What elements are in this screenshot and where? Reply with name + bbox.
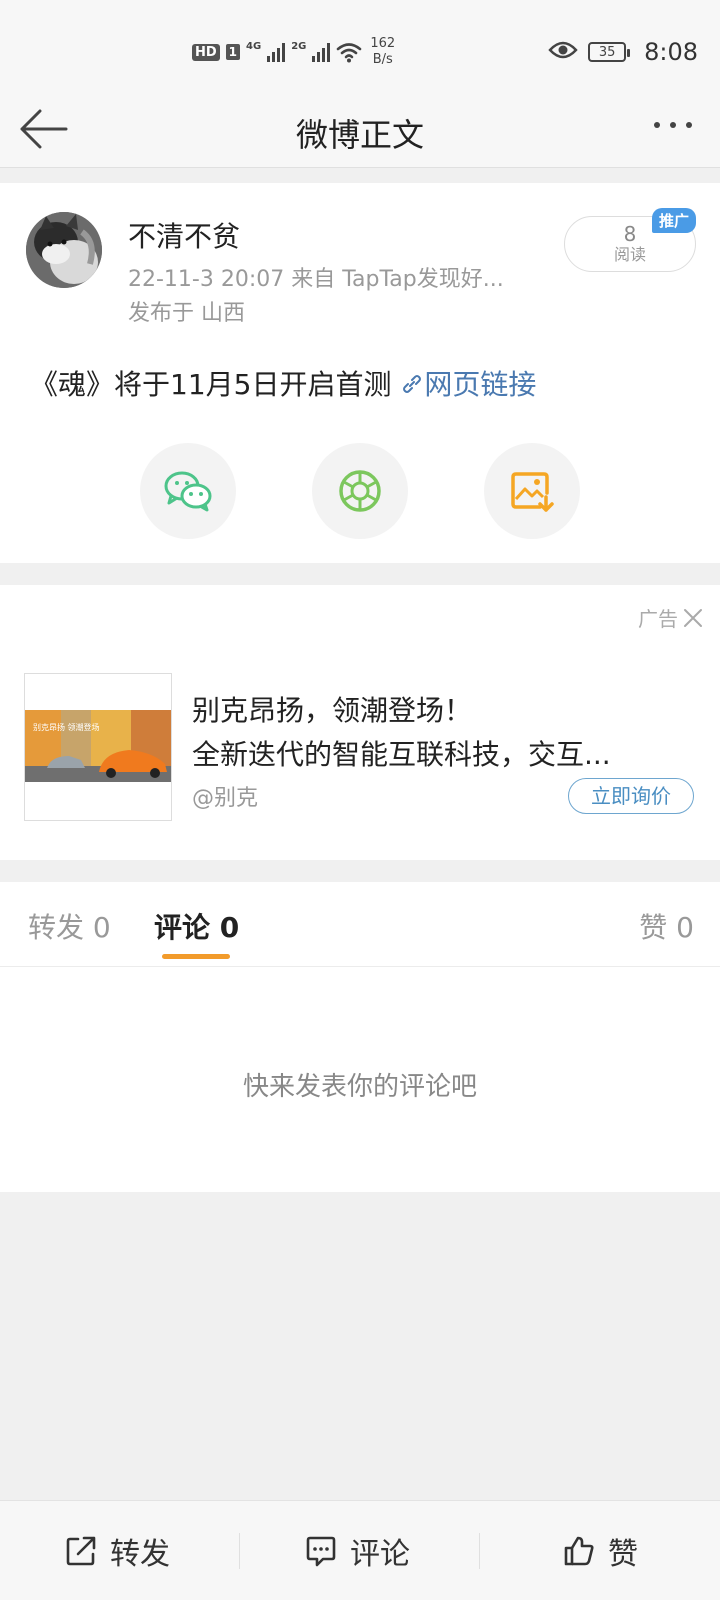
post-text: 《魂》将于11月5日开启首测 网页链接 [30, 363, 536, 403]
save-image-button[interactable] [484, 443, 580, 539]
signal-1-icon [267, 42, 286, 62]
sim-badge: 1 [225, 44, 241, 60]
top-navigation-bar: 微博正文 [0, 92, 720, 168]
ad-card[interactable]: 广告 别克昂扬 领潮登场 别克昂扬，领潮登场！ 全新迭代的智能互联科技，交互..… [0, 585, 720, 860]
repost-label: 转发 [110, 1537, 170, 1572]
bottom-action-bar: 转发 评论 赞 [0, 1500, 720, 1600]
wechat-icon [164, 471, 212, 512]
comment-label: 评论 [350, 1537, 410, 1572]
battery-icon: 35 [588, 42, 631, 62]
web-link-label: 网页链接 [424, 368, 537, 401]
active-tab-indicator [162, 954, 230, 959]
more-dot-icon [686, 122, 692, 128]
share-wechat-button[interactable] [140, 443, 236, 539]
status-bar: HD 1 4G 2G 162 B/s 35 8:08 [0, 0, 720, 92]
status-right: 35 8:08 [548, 38, 698, 66]
ad-thumbnail[interactable]: 别克昂扬 领潮登场 [24, 673, 172, 821]
ad-account[interactable]: @别克 [192, 780, 258, 812]
post-location: 发布于 山西 [128, 301, 245, 326]
ad-label[interactable]: 广告 [638, 603, 704, 632]
network-4g-label: 4G [246, 40, 262, 52]
clock: 8:08 [644, 38, 698, 66]
repost-button[interactable]: 转发 [64, 1501, 170, 1600]
more-options-button[interactable] [654, 122, 692, 128]
inquire-price-button[interactable]: 立即询价 [568, 778, 694, 814]
tabs-divider [0, 966, 720, 967]
speed-unit: B/s [372, 52, 393, 67]
like-button[interactable]: 赞 [562, 1501, 638, 1600]
wifi-icon [336, 41, 362, 63]
share-moments-button[interactable] [312, 443, 408, 539]
cat-avatar-image [26, 212, 102, 288]
speed-value: 162 [370, 36, 396, 51]
ad-label-text: 广告 [638, 607, 678, 631]
author-name[interactable]: 不清不贫 [128, 215, 240, 255]
close-icon[interactable] [682, 607, 704, 629]
more-dot-icon [670, 122, 676, 128]
network-2g-label: 2G [291, 40, 307, 52]
comment-icon [306, 1536, 336, 1567]
ad-title[interactable]: 别克昂扬，领潮登场！ [192, 689, 472, 729]
web-link[interactable]: 网页链接 [400, 368, 536, 401]
post-card: 不清不贫 22-11-3 20:07 来自 TapTap发现好... 发布于 山… [0, 183, 720, 563]
promo-badge: 推广 [652, 208, 697, 233]
thumbs-up-icon [564, 1536, 594, 1566]
moments-icon [339, 470, 381, 512]
ad-description[interactable]: 全新迭代的智能互联科技，交互... [192, 733, 682, 773]
like-label: 赞 [608, 1537, 638, 1572]
post-meta: 22-11-3 20:07 来自 TapTap发现好... [128, 267, 504, 292]
bottom-divider [479, 1533, 480, 1569]
repost-icon [66, 1536, 96, 1566]
share-row [0, 443, 720, 539]
status-left: HD 1 4G 2G 162 B/s [192, 36, 395, 68]
read-label: 阅读 [613, 245, 646, 264]
hd-badge: HD [192, 43, 220, 61]
tab-like[interactable]: 赞 0 [639, 906, 694, 946]
car-ad-image: 别克昂扬 领潮登场 [25, 674, 171, 820]
empty-comments-hint: 快来发表你的评论吧 [242, 1072, 477, 1102]
tab-comment[interactable]: 评论 0 [154, 906, 239, 946]
avatar[interactable] [26, 212, 102, 288]
eye-icon [548, 40, 578, 64]
signal-2-icon [312, 42, 331, 62]
more-dot-icon [654, 122, 660, 128]
save-image-icon [511, 472, 554, 512]
comment-button[interactable]: 评论 [304, 1501, 410, 1600]
interaction-tabs: 转发 0 评论 0 赞 0 快来发表你的评论吧 [0, 882, 720, 1192]
page-title: 微博正文 [295, 116, 424, 154]
ad-thumb-text: 别克昂扬 领潮登场 [33, 722, 100, 732]
bottom-divider [239, 1533, 240, 1569]
network-speed: 162 B/s [370, 36, 395, 68]
tab-repost[interactable]: 转发 0 [28, 906, 111, 946]
post-body-text: 《魂》将于11月5日开启首测 [30, 368, 401, 401]
link-icon [403, 375, 422, 393]
